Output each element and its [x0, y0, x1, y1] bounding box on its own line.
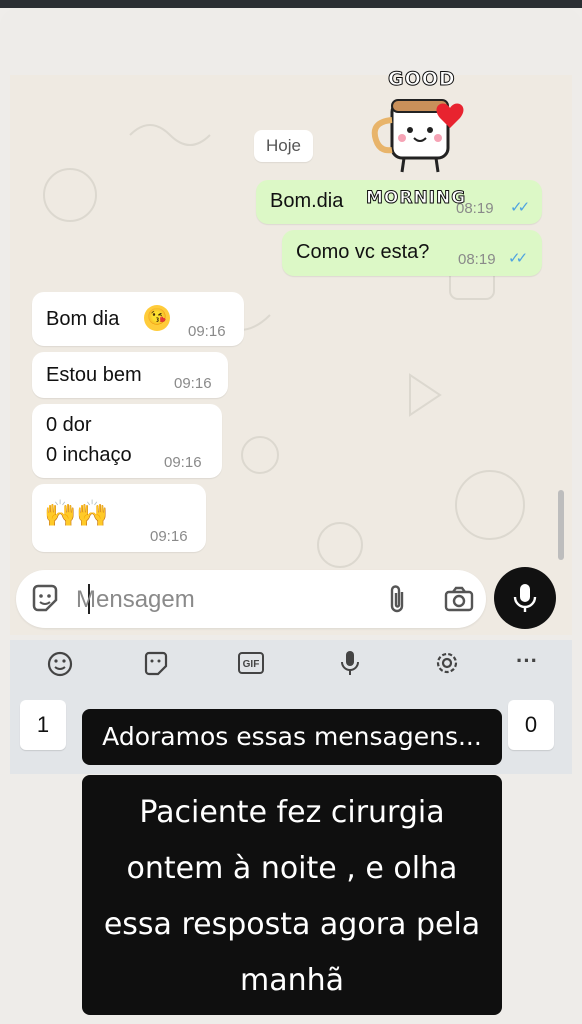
sticker-text-morning: MORNING	[365, 188, 467, 209]
date-divider: Hoje	[254, 130, 313, 162]
sticker-icon[interactable]	[142, 650, 170, 678]
message-bubble-incoming[interactable]: Bom dia 😘 09:16	[32, 292, 244, 346]
read-ticks-icon: ✓✓	[508, 250, 528, 267]
keyboard-toolbar: GIF ···	[10, 640, 572, 690]
caption-line: ontem à noite , e olha	[126, 851, 458, 886]
chat-scrollbar[interactable]	[558, 490, 564, 560]
raising-hands-icon: 🙌🙌	[44, 498, 109, 528]
caption-line: manhã	[239, 963, 345, 998]
settings-icon[interactable]	[432, 648, 462, 678]
gif-icon[interactable]: GIF	[238, 652, 264, 674]
sticker-text-good: GOOD	[388, 68, 456, 91]
message-time: 09:16	[150, 528, 188, 545]
message-time: 09:16	[188, 323, 226, 340]
story-caption-1: Adoramos essas mensagens...	[82, 709, 502, 765]
message-input[interactable]: Mensagem	[76, 586, 195, 614]
message-input-bar[interactable]: Mensagem	[16, 570, 486, 628]
caption-line: essa resposta agora pela	[103, 907, 481, 942]
more-icon[interactable]: ···	[516, 648, 538, 674]
paperclip-icon[interactable]	[386, 584, 410, 614]
camera-icon[interactable]	[444, 585, 474, 613]
message-time: 09:16	[174, 375, 212, 392]
story-caption-2: Paciente fez cirurgia ontem à noite , e …	[82, 775, 502, 1015]
gif-label: GIF	[242, 659, 260, 670]
caption-line: Paciente fez cirurgia	[139, 795, 445, 830]
microphone-icon	[513, 584, 537, 612]
message-bubble-outgoing[interactable]: Como vc esta? 08:19 ✓✓	[282, 230, 542, 276]
read-ticks-icon: ✓✓	[510, 199, 530, 216]
message-text-line: 0 dor	[46, 414, 92, 436]
message-bubble-incoming[interactable]: 🙌🙌 09:16	[32, 484, 206, 552]
voice-message-button[interactable]	[494, 567, 556, 629]
key-1[interactable]: 1	[20, 700, 66, 750]
message-text: Bom dia	[46, 308, 120, 330]
message-bubble-incoming[interactable]: 0 dor 0 inchaço 09:16	[32, 404, 222, 478]
coffee-mug-icon	[371, 99, 464, 173]
status-bar	[0, 0, 582, 8]
key-0[interactable]: 0	[508, 700, 554, 750]
message-time: 08:19	[458, 251, 496, 268]
message-time: 09:16	[164, 454, 202, 471]
sticker-icon[interactable]	[30, 584, 60, 614]
good-morning-sticker: GOOD MORNING	[362, 64, 492, 214]
message-text: Bom.dia	[270, 190, 344, 212]
message-bubble-incoming[interactable]: Estou bem 09:16	[32, 352, 228, 398]
mic-icon[interactable]	[336, 648, 364, 678]
message-text: Como vc esta?	[296, 241, 430, 263]
emoji-icon[interactable]	[46, 650, 74, 678]
kiss-face-icon: 😘	[144, 305, 170, 331]
message-text: Estou bem	[46, 364, 142, 386]
message-text-line: 0 inchaço	[46, 444, 132, 466]
